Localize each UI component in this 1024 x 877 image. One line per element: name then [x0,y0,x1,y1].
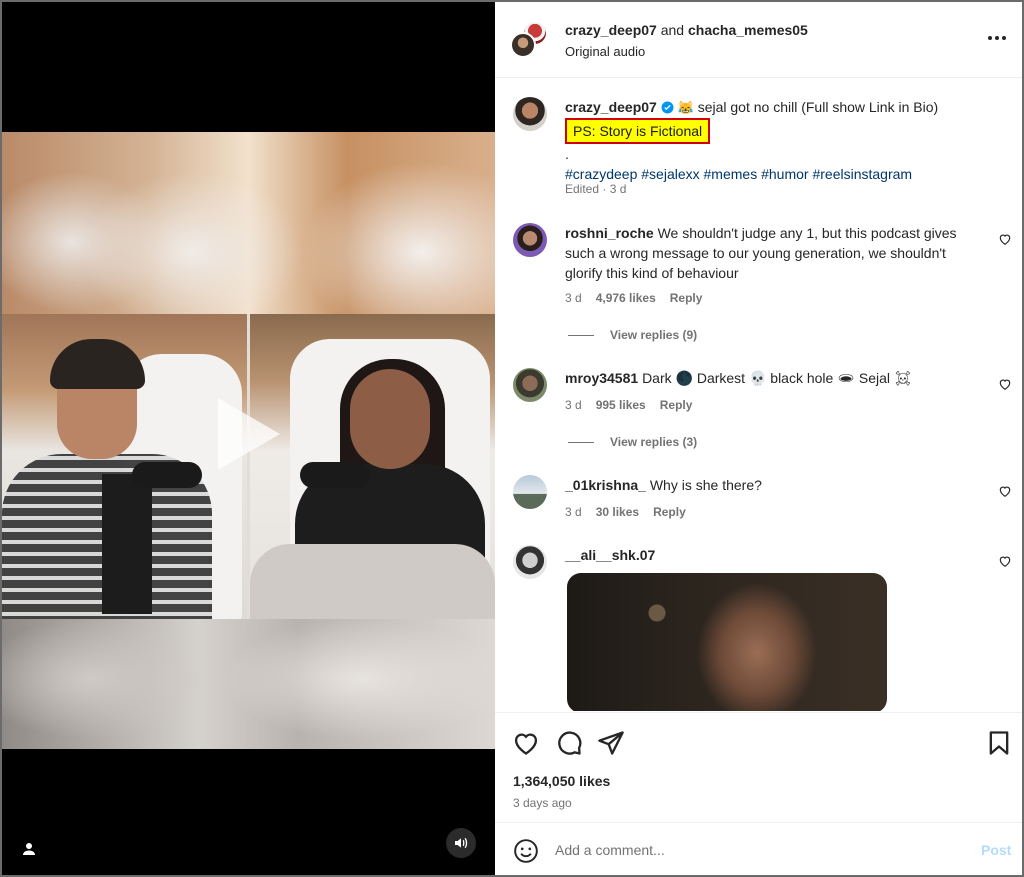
heart-icon[interactable] [998,554,1012,568]
comment-text: roshni_roche We shouldn't judge any 1, b… [565,225,957,281]
post-date: 3 days ago [513,796,572,810]
caption: crazy_deep07 😹 sejal got no chill (Full … [565,97,1005,184]
volume-button[interactable] [446,828,476,858]
comment-text: mroy34581 Dark 🌑 Darkest 💀 black hole 🕳 … [565,370,912,386]
more-icon[interactable] [985,28,1009,48]
collab-names: crazy_deep07 and chacha_memes05 [565,22,808,38]
comment-composer: Post [495,822,1022,875]
heart-icon[interactable] [998,232,1012,246]
author-username[interactable]: crazy_deep07 [565,22,657,38]
collab-username[interactable]: chacha_memes05 [688,22,808,38]
view-replies-button[interactable]: View replies (9) [568,328,697,342]
comment-username[interactable]: __ali__shk.07 [565,547,655,563]
comment-text: __ali__shk.07 [565,545,985,565]
post-header: crazy_deep07 and chacha_memes05 Original… [495,2,1022,78]
caption-username[interactable]: crazy_deep07 [565,99,657,115]
play-icon[interactable] [218,398,280,470]
comment-meta: 3 d 4,976 likes Reply [565,291,702,305]
caption-meta: Edited · 3 d [565,182,626,196]
caption-hashtags[interactable]: #crazydeep #sejalexx #memes #humor #reel… [565,166,912,182]
comment-age: 3 d [565,505,582,519]
laugh-emoji-icon: 😹 [677,100,694,115]
likes-count[interactable]: 1,364,050 likes [513,773,610,789]
comment-icon[interactable] [555,729,583,757]
comment-username[interactable]: mroy34581 [565,370,638,386]
avatar[interactable] [510,32,536,58]
post-sidebar: crazy_deep07 and chacha_memes05 Original… [495,2,1022,875]
highlighted-caption: PS: Story is Fictional [565,118,711,144]
video-blur-bottom [2,619,495,749]
heart-icon[interactable] [998,484,1012,498]
comment-meta: 3 d 995 likes Reply [565,398,692,412]
comment-age: 3 d [565,291,582,305]
bookmark-icon[interactable] [985,729,1013,757]
share-icon[interactable] [597,729,625,757]
caption-dot: . [565,146,569,162]
comment-meta: 3 d 30 likes Reply [565,505,686,519]
comments-list[interactable]: crazy_deep07 😹 sejal got no chill (Full … [495,79,1022,711]
comment-text: _01krishna_ Why is she there? [565,477,762,493]
comment-likes[interactable]: 30 likes [596,505,639,519]
view-replies-button[interactable]: View replies (3) [568,435,697,449]
comment-likes[interactable]: 4,976 likes [596,291,656,305]
heart-icon[interactable] [512,729,540,757]
post-actions: 1,364,050 likes 3 days ago [495,712,1022,822]
video-blur-top [2,132,495,314]
reply-button[interactable]: Reply [670,291,703,305]
audio-link[interactable]: Original audio [565,44,645,59]
post-comment-button[interactable]: Post [981,842,1011,858]
avatar[interactable] [513,475,547,509]
volume-icon [455,837,468,849]
video-panel-woman [250,314,495,619]
comment-username[interactable]: roshni_roche [565,225,654,241]
edited-time: Edited · 3 d [565,182,627,196]
comment-likes[interactable]: 995 likes [596,398,646,412]
verified-icon [661,101,674,114]
avatar[interactable] [513,545,547,579]
caption-text: sejal got no chill (Full show Link in Bi… [697,99,939,115]
collab-avatars[interactable] [510,20,548,58]
reply-button[interactable]: Reply [660,398,693,412]
comment-input[interactable] [555,837,955,863]
avatar[interactable] [513,97,547,131]
comment-age: 3 d [565,398,582,412]
and-text: and [660,22,685,38]
avatar[interactable] [513,223,547,257]
reply-button[interactable]: Reply [653,505,686,519]
heart-icon[interactable] [998,377,1012,391]
user-tag-icon[interactable] [20,840,38,858]
video-panel-man [2,314,247,619]
avatar[interactable] [513,368,547,402]
comment-username[interactable]: _01krishna_ [565,477,646,493]
comment-gif[interactable] [567,573,887,711]
emoji-icon[interactable] [513,838,539,864]
